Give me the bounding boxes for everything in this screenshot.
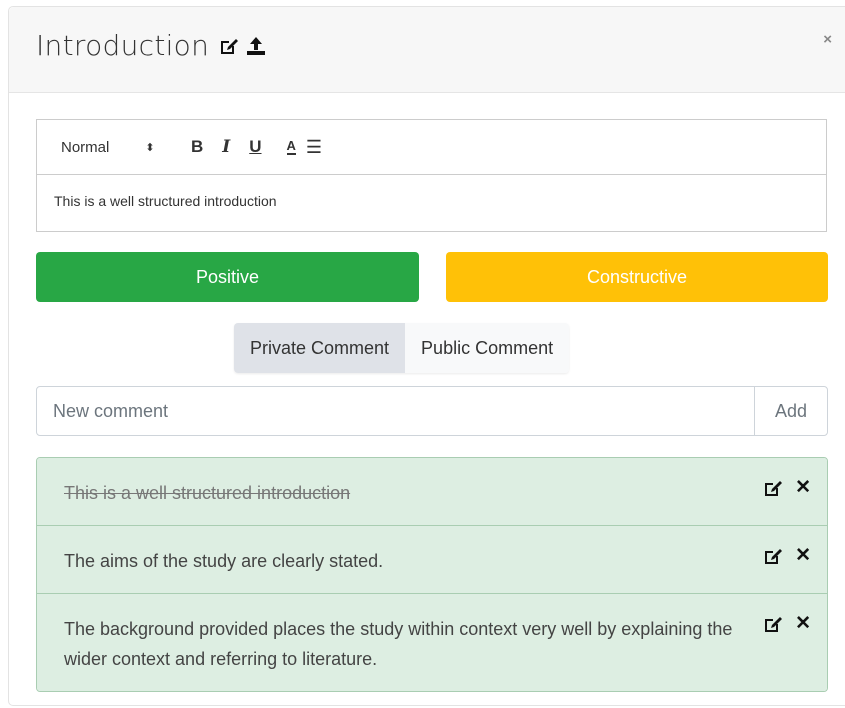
- comment-list: This is a well structured introduction ✕…: [36, 457, 828, 692]
- list-button[interactable]: ☰: [306, 137, 322, 158]
- public-comment-button[interactable]: Public Comment: [405, 323, 570, 373]
- comment-actions: ✕: [763, 546, 811, 566]
- edit-icon[interactable]: [763, 478, 783, 498]
- bold-button[interactable]: B: [191, 137, 203, 157]
- close-icon[interactable]: ✕: [795, 614, 811, 634]
- comment-actions: ✕: [763, 614, 811, 634]
- editor-toolbar: Normal ⬍ B I U A ☰: [37, 120, 826, 175]
- list-item: The aims of the study are clearly stated…: [37, 526, 827, 594]
- format-select[interactable]: Normal ⬍: [61, 139, 191, 156]
- comment-modal: Introduction × Normal ⬍ B I U A ☰ This i…: [8, 6, 845, 706]
- edit-icon[interactable]: [219, 36, 239, 56]
- editor-content[interactable]: This is a well structured introduction: [37, 175, 826, 227]
- select-arrows-icon: ⬍: [145, 141, 155, 154]
- comment-text: The aims of the study are clearly stated…: [64, 551, 384, 571]
- new-comment-group: Add: [36, 386, 828, 436]
- edit-icon[interactable]: [763, 546, 783, 566]
- comment-actions: ✕: [763, 478, 811, 498]
- close-icon[interactable]: ✕: [795, 546, 811, 566]
- comment-type-toggle: Private Comment Public Comment: [234, 323, 570, 373]
- private-comment-button[interactable]: Private Comment: [234, 323, 406, 373]
- edit-icon[interactable]: [763, 614, 783, 634]
- rich-text-editor[interactable]: Normal ⬍ B I U A ☰ This is a well struct…: [36, 119, 827, 232]
- close-button[interactable]: ×: [823, 31, 832, 48]
- modal-header: Introduction ×: [9, 7, 845, 93]
- upload-icon[interactable]: [246, 36, 266, 56]
- modal-title: Introduction: [36, 29, 210, 62]
- close-icon[interactable]: ✕: [795, 478, 811, 498]
- list-item: The background provided places the study…: [37, 594, 827, 691]
- modal-title-row: Introduction: [36, 29, 266, 62]
- format-select-value: Normal: [61, 138, 110, 156]
- positive-button[interactable]: Positive: [36, 252, 419, 302]
- italic-button[interactable]: I: [222, 137, 230, 157]
- new-comment-input[interactable]: [37, 387, 754, 435]
- constructive-button[interactable]: Constructive: [446, 252, 828, 302]
- underline-button[interactable]: U: [249, 137, 261, 157]
- comment-text: This is a well structured introduction: [64, 483, 351, 503]
- text-color-button[interactable]: A: [286, 139, 296, 155]
- list-item: This is a well structured introduction ✕: [37, 458, 827, 526]
- comment-text: The background provided places the study…: [64, 619, 733, 669]
- add-comment-button[interactable]: Add: [754, 387, 827, 435]
